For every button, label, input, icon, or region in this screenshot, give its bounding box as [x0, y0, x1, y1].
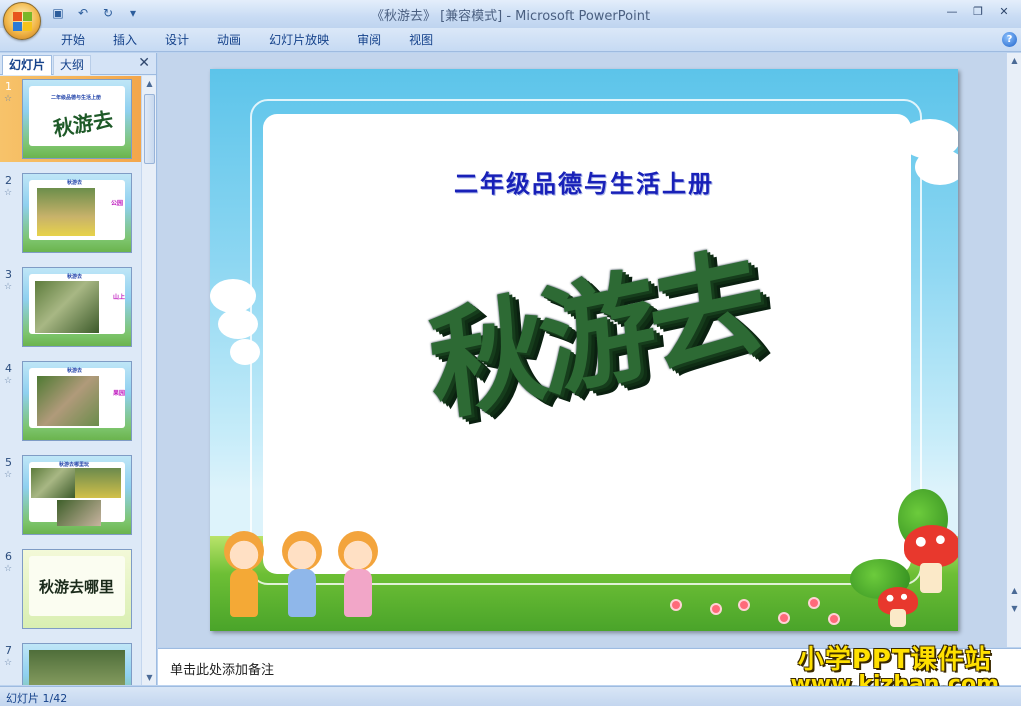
slide-thumbnail-2[interactable]: 2 ☆ 秋游去 公园	[0, 170, 141, 256]
scroll-up-icon[interactable]: ▲	[142, 76, 157, 91]
slide-count: 幻灯片 1/42	[6, 692, 68, 705]
thumbnail-image: 秋游去 山上	[22, 267, 132, 347]
ribbon: 开始 插入 设计 动画 幻灯片放映 审阅 视图 ?	[0, 28, 1021, 52]
watermark-line-1: 小学PPT课件站	[797, 645, 992, 675]
slide-thumbnail-3[interactable]: 3 ☆ 秋游去 山上	[0, 264, 141, 350]
thumbnail-side-label: 果园	[113, 390, 126, 397]
slide-thumbnail-5[interactable]: 5 ☆ 秋游去哪里玩	[0, 452, 141, 538]
next-slide-icon[interactable]: ▼	[1007, 601, 1021, 616]
animation-star-icon: ☆	[4, 188, 13, 198]
slide-number: 4	[5, 362, 12, 375]
tab-design[interactable]: 设计	[151, 31, 203, 49]
slide-number: 3	[5, 268, 12, 281]
scroll-down-icon[interactable]: ▼	[142, 670, 157, 685]
slide-number: 7	[5, 644, 12, 657]
close-icon[interactable]: ✕	[993, 3, 1015, 21]
slide-editor: 二年级品德与生活上册 秋游去	[158, 53, 1006, 647]
office-button[interactable]	[3, 2, 41, 40]
window-title: 《秋游去》 [兼容模式] - Microsoft PowerPoint	[370, 9, 651, 24]
thumbnail-caption: 二年级品德与生活上册	[51, 95, 102, 101]
thumbnail-scrollbar[interactable]: ▲ ▼	[141, 76, 156, 685]
thumbnail-caption: 秋游去	[67, 368, 83, 374]
tab-insert[interactable]: 插入	[99, 31, 151, 49]
slide-number: 5	[5, 456, 12, 469]
tab-home[interactable]: 开始	[47, 31, 99, 49]
slides-panel: 幻灯片 大纲 ✕ 1 ☆ 二年级品德与生活上册 秋游去 2 ☆ 秋游去 公园 3…	[0, 53, 157, 685]
scroll-up-icon[interactable]: ▲	[1007, 53, 1021, 68]
thumbnail-caption: 秋游去哪里玩	[59, 462, 90, 468]
thumbnail-image: 秋游去 果园	[22, 361, 132, 441]
thumbnail-title: 秋游去哪里	[39, 578, 115, 596]
scroll-thumb[interactable]	[144, 94, 155, 164]
slide-thumbnail-7[interactable]: 7 ☆	[0, 640, 141, 685]
previous-slide-icon[interactable]: ▲	[1007, 583, 1021, 598]
title-bar: ▣ ↶ ↻ ▾ 《秋游去》 [兼容模式] - Microsoft PowerPo…	[0, 0, 1021, 40]
slide-subtitle[interactable]: 二年级品德与生活上册	[210, 164, 958, 199]
thumbnail-side-label: 公园	[111, 200, 124, 207]
help-icon[interactable]: ?	[1002, 32, 1017, 47]
animation-star-icon: ☆	[4, 282, 13, 292]
animation-star-icon: ☆	[4, 470, 13, 480]
thumbnail-caption: 秋游去	[67, 180, 83, 186]
minimize-icon[interactable]: —	[941, 3, 963, 21]
animation-star-icon: ☆	[4, 564, 13, 574]
notes-placeholder[interactable]: 单击此处添加备注	[170, 659, 274, 678]
office-logo-icon	[13, 12, 33, 32]
thumbnail-side-label: 山上	[113, 294, 126, 301]
thumbnail-caption: 秋游去	[67, 274, 83, 280]
tab-slideshow[interactable]: 幻灯片放映	[255, 31, 343, 49]
tab-outline[interactable]: 大纲	[53, 55, 92, 75]
slide-number: 2	[5, 174, 12, 187]
animation-star-icon: ☆	[4, 376, 13, 386]
slide-number: 1	[5, 80, 12, 93]
thumbnail-image: 秋游去哪里	[22, 549, 132, 629]
slide-number: 6	[5, 550, 12, 563]
tab-review[interactable]: 审阅	[343, 31, 395, 49]
slide-thumbnail-4[interactable]: 4 ☆ 秋游去 果园	[0, 358, 141, 444]
tab-view[interactable]: 视图	[395, 31, 447, 49]
tab-slides[interactable]: 幻灯片	[2, 55, 53, 75]
thumbnail-list: 1 ☆ 二年级品德与生活上册 秋游去 2 ☆ 秋游去 公园 3 ☆ 秋游去 山上…	[0, 76, 141, 685]
slide-thumbnail-6[interactable]: 6 ☆ 秋游去哪里	[0, 546, 141, 632]
animation-star-icon: ☆	[4, 94, 13, 104]
child-illustration-2	[278, 531, 326, 627]
notes-pane[interactable]: 单击此处添加备注 小学PPT课件站 www.kjzhan.com	[158, 645, 1021, 697]
slide-canvas[interactable]: 二年级品德与生活上册 秋游去	[210, 69, 958, 631]
child-illustration-3	[334, 531, 382, 627]
restore-icon[interactable]: ❐	[967, 3, 989, 21]
editor-scrollbar[interactable]: ▲ ▲ ▼	[1006, 53, 1021, 647]
tab-animation[interactable]: 动画	[203, 31, 255, 49]
thumbnail-image: 秋游去 公园	[22, 173, 132, 253]
thumbnail-image: 秋游去哪里玩	[22, 455, 132, 535]
child-illustration-1	[220, 531, 268, 627]
thumbnail-image	[22, 643, 132, 685]
slide-thumbnail-1[interactable]: 1 ☆ 二年级品德与生活上册 秋游去	[0, 76, 141, 162]
close-panel-icon[interactable]: ✕	[138, 55, 150, 71]
animation-star-icon: ☆	[4, 658, 13, 668]
status-bar: 幻灯片 1/42	[0, 686, 1021, 706]
thumbnail-image: 二年级品德与生活上册 秋游去	[22, 79, 132, 159]
mushroom-decoration	[904, 525, 958, 567]
